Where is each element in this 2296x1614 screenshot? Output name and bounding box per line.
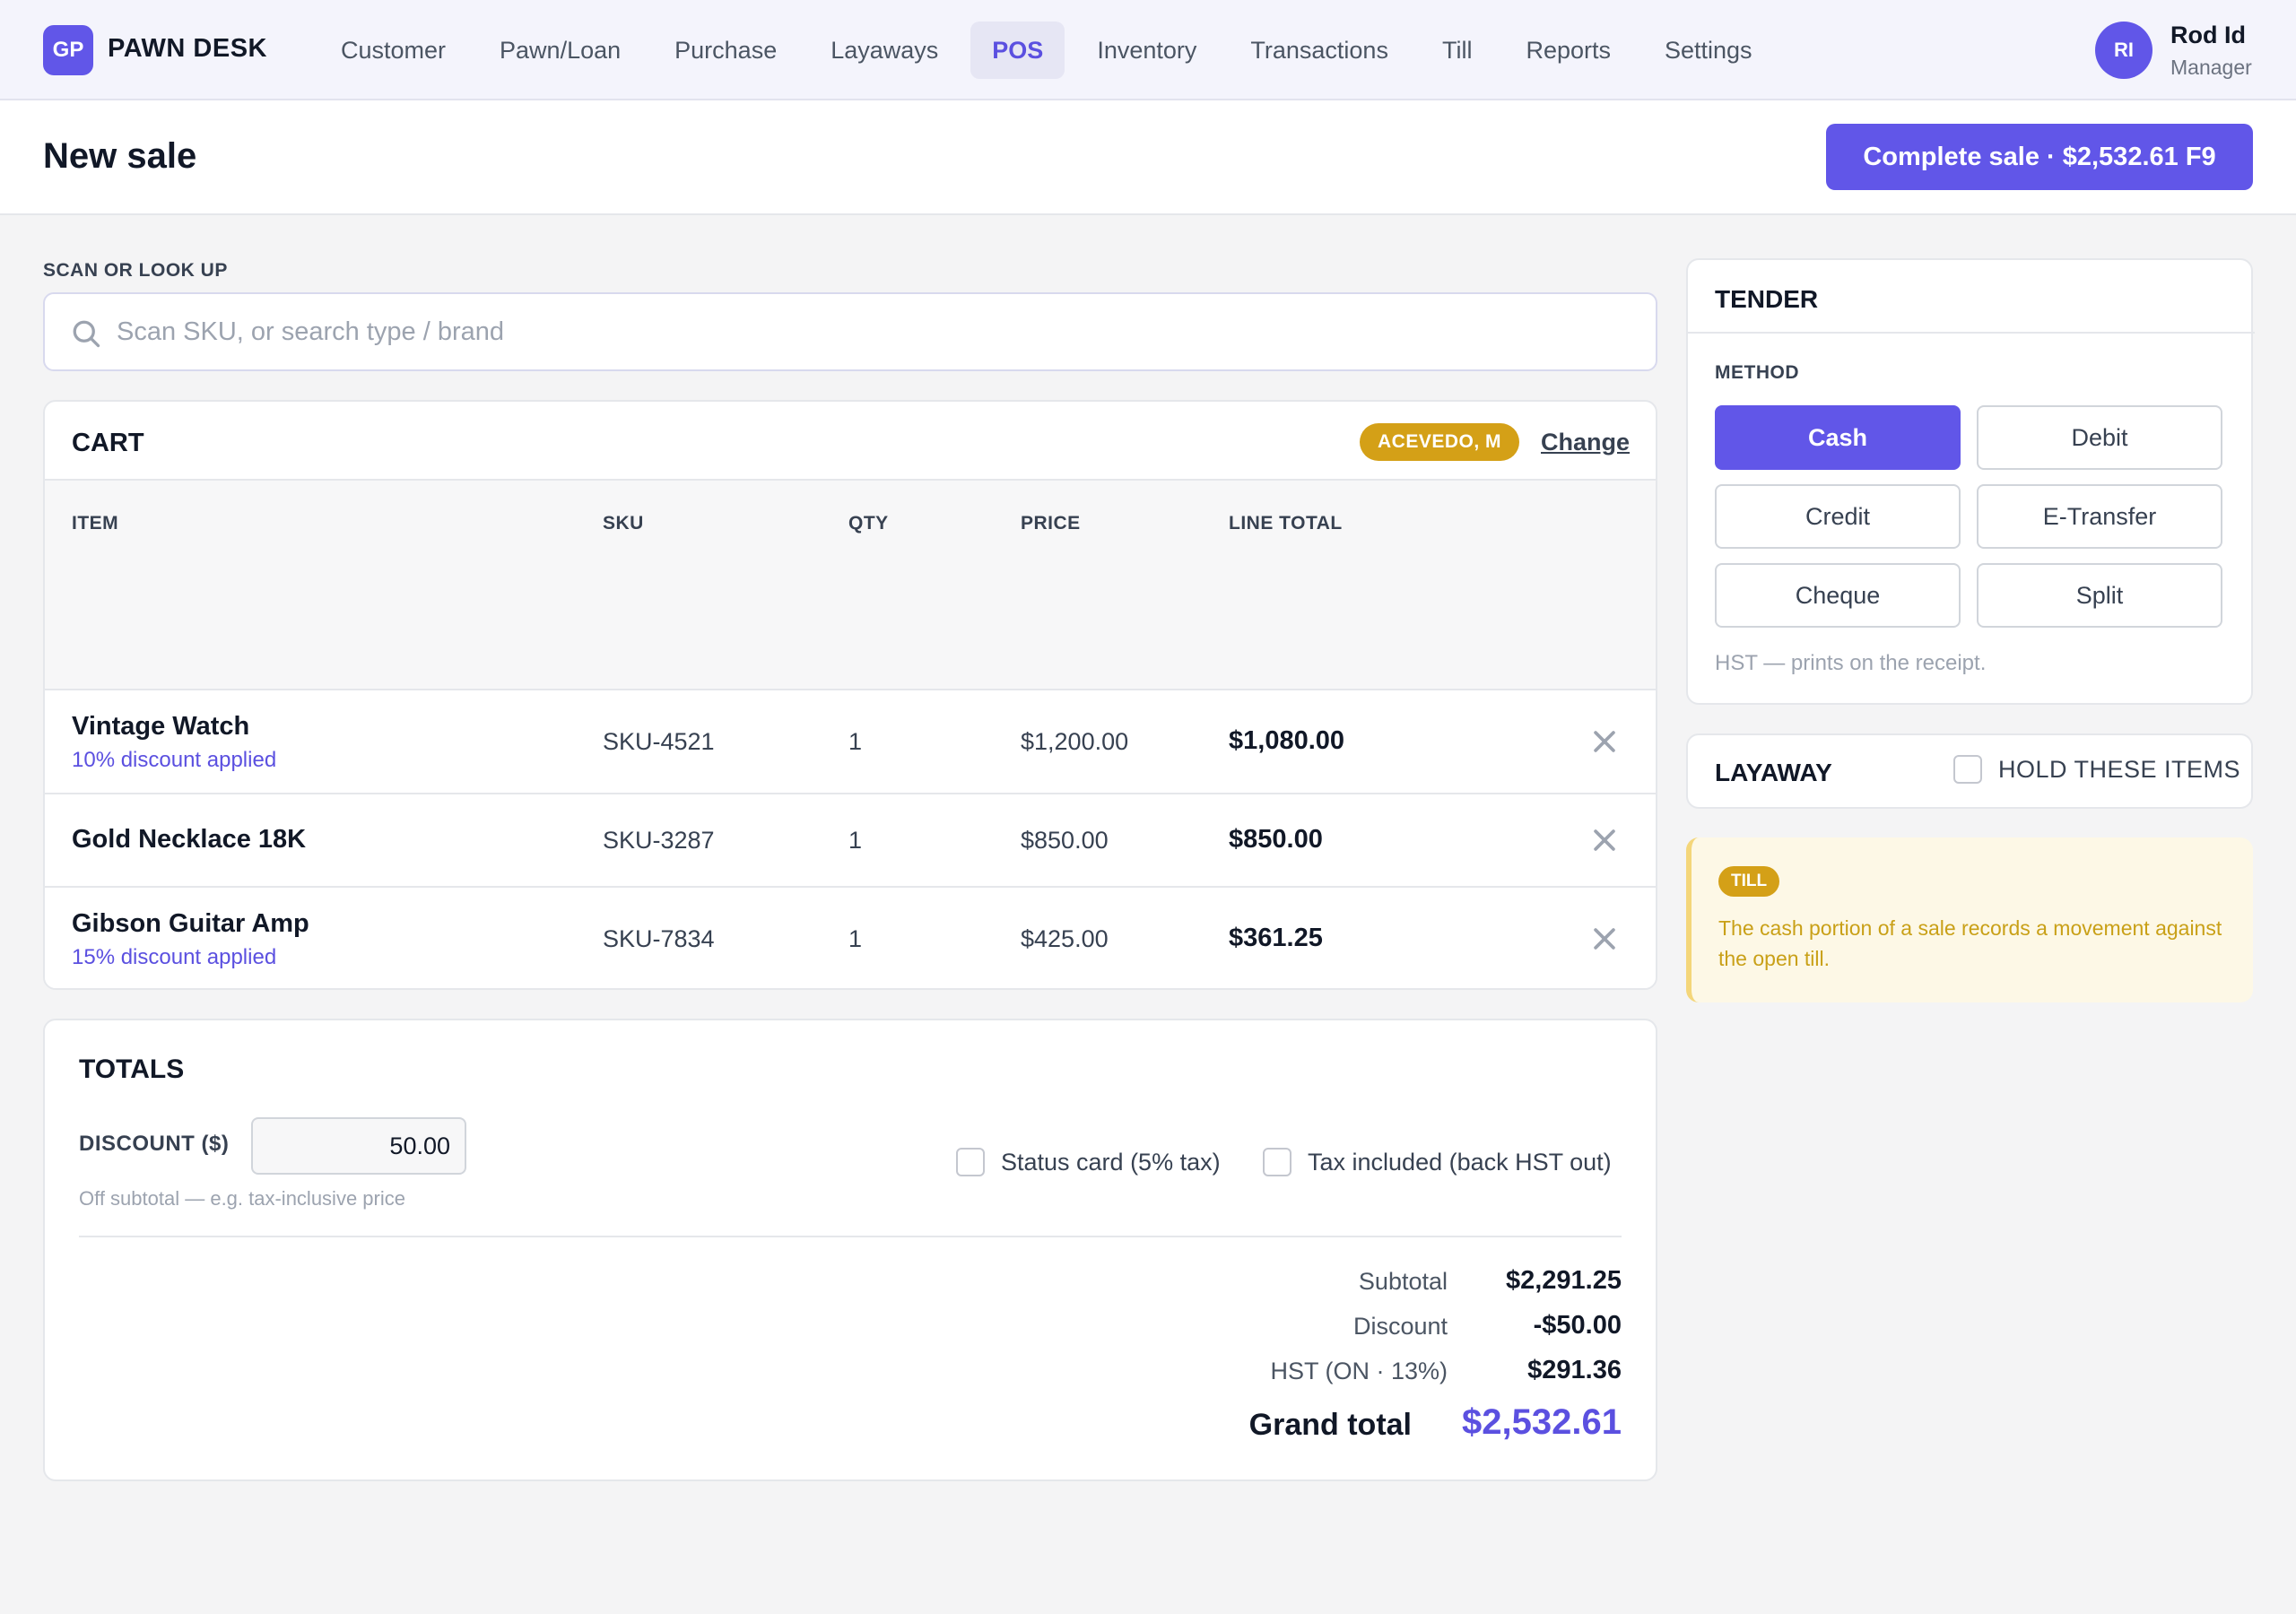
change-customer-link[interactable]: Change [1541,429,1630,456]
discount-sum-label: Discount [1352,1313,1448,1340]
item-name: Gibson Guitar Amp [72,909,309,938]
top-navigation-bar: GP PAWN DESK Customer Pawn/Loan Purchase… [0,0,2296,100]
discount-input[interactable] [251,1117,466,1175]
nav-item-customer[interactable]: Customer [319,22,467,79]
subtotal-value: $2,291.25 [1505,1266,1622,1295]
app-logo[interactable]: GP [43,25,93,75]
nav-item-layaways[interactable]: Layaways [809,22,960,79]
column-header-line-total: LINE TOTAL [1229,513,1343,534]
item-name: Gold Necklace 18K [72,825,307,854]
till-notice: TILL The cash portion of a sale records … [1686,837,2253,1002]
subtotal-label: Subtotal [1358,1268,1448,1295]
item-discount-note: 15% discount applied [72,945,277,969]
item-price: $425.00 [1021,925,1109,952]
nav-item-till[interactable]: Till [1421,22,1494,79]
discount-label: DISCOUNT ($) [79,1132,230,1156]
column-header-price: PRICE [1021,513,1081,534]
cart-row: Vintage Watch 10% discount applied SKU-4… [45,689,1656,793]
status-card-label: Status card (5% tax) [1001,1148,1221,1176]
totals-divider [79,1236,1622,1237]
user-name[interactable]: Rod Id [2170,22,2246,49]
tender-divider [1688,332,2255,334]
item-sku: SKU-7834 [603,925,715,952]
discount-sum-value: -$50.00 [1533,1311,1622,1340]
column-header-qty: QTY [848,513,889,534]
grand-total-label: Grand total [1248,1408,1412,1442]
layaway-title: LAYAWAY [1715,759,1832,786]
item-line-total: $361.25 [1229,924,1323,952]
item-discount-note: 10% discount applied [72,748,277,772]
customer-badge: ACEVEDO, M [1360,423,1520,461]
item-line-total: $850.00 [1229,825,1323,854]
close-icon[interactable] [1589,726,1620,757]
discount-hint: Off subtotal — e.g. tax-inclusive price [79,1187,405,1210]
tender-cash-button[interactable]: Cash [1715,405,1961,470]
item-line-total: $1,080.00 [1229,726,1345,755]
grand-total-value: $2,532.61 [1462,1402,1622,1442]
status-card-checkbox[interactable] [956,1148,985,1176]
item-qty[interactable]: 1 [848,728,862,756]
cart-row: Gibson Guitar Amp 15% discount applied S… [45,886,1656,988]
status-card-option[interactable]: Status card (5% tax) [956,1148,1221,1176]
page-title: New sale [43,136,197,176]
column-header-sku: SKU [603,513,644,534]
scan-input[interactable] [117,294,1641,369]
nav-item-purchase[interactable]: Purchase [653,22,798,79]
main-nav: Customer Pawn/Loan Purchase Layaways POS… [319,22,1774,79]
app-brand: PAWN DESK [108,34,267,63]
hst-value: $291.36 [1527,1356,1622,1384]
item-sku: SKU-3287 [603,827,715,854]
nav-item-pos[interactable]: POS [970,22,1065,79]
nav-item-transactions[interactable]: Transactions [1229,22,1410,79]
tender-debit-button[interactable]: Debit [1977,405,2222,470]
hold-items-checkbox[interactable] [1953,755,1982,784]
cart-table-header: ITEM SKU QTY PRICE LINE TOTAL [45,479,1656,689]
tender-card: TENDER METHOD Cash Debit Credit E-Transf… [1686,258,2255,705]
scan-label: SCAN OR LOOK UP [43,260,228,281]
hold-items-option[interactable]: HOLD THESE ITEMS [1953,755,2240,784]
column-header-item: ITEM [72,513,119,534]
close-icon[interactable] [1589,924,1620,954]
hst-label: HST (ON · 13%) [1270,1358,1448,1384]
nav-item-pawn-loan[interactable]: Pawn/Loan [478,22,642,79]
item-sku: SKU-4521 [603,728,715,755]
nav-item-reports[interactable]: Reports [1504,22,1632,79]
user-avatar[interactable]: RI [2095,22,2152,79]
tender-title: TENDER [1715,285,1819,313]
nav-item-inventory[interactable]: Inventory [1075,22,1218,79]
till-notice-text: The cash portion of a sale records a mov… [1718,916,2222,970]
method-label: METHOD [1715,362,1799,383]
hold-items-label: HOLD THESE ITEMS [1998,755,2241,783]
tender-etransfer-button[interactable]: E-Transfer [1977,484,2222,549]
tender-credit-button[interactable]: Credit [1715,484,1961,549]
item-price: $1,200.00 [1021,728,1129,755]
hst-note: HST — prints on the receipt. [1715,651,1987,675]
item-name: Vintage Watch [72,712,250,741]
item-qty[interactable]: 1 [848,925,862,953]
user-role: Manager [2170,56,2252,79]
tender-cheque-button[interactable]: Cheque [1715,563,1961,628]
scan-box [43,292,1657,371]
cart-row: Gold Necklace 18K SKU-3287 1 $850.00 $85… [45,793,1656,886]
till-badge: TILL [1718,866,1780,897]
cart-title: CART [72,429,144,457]
tax-included-option[interactable]: Tax included (back HST out) [1263,1148,1612,1176]
complete-sale-button[interactable]: Complete sale · $2,532.61 F9 [1826,124,2253,190]
totals-card: TOTALS DISCOUNT ($) Off subtotal — e.g. … [43,1019,1657,1481]
tax-included-label: Tax included (back HST out) [1308,1148,1612,1176]
layaway-card: LAYAWAY HOLD THESE ITEMS [1686,733,2253,809]
item-qty[interactable]: 1 [848,827,862,855]
totals-title: TOTALS [79,1054,185,1084]
tax-included-checkbox[interactable] [1263,1148,1292,1176]
nav-item-settings[interactable]: Settings [1643,22,1774,79]
page-header: New sale Complete sale · $2,532.61 F9 [0,100,2296,215]
search-icon [73,320,100,348]
cart-card: CART ACEVEDO, M Change ITEM SKU QTY PRIC… [43,400,1657,990]
close-icon[interactable] [1589,825,1620,855]
item-price: $850.00 [1021,827,1109,854]
tender-split-button[interactable]: Split [1977,563,2222,628]
